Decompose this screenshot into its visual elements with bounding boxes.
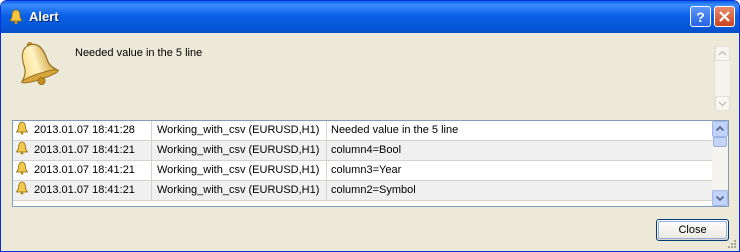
scroll-down-button[interactable] [712,190,728,206]
row-message: Needed value in the 5 line [331,124,459,136]
bell-icon [9,9,23,25]
message-scrollbar[interactable] [714,46,730,111]
row-time: 2013.01.07 18:41:21 [34,184,135,196]
window-title: Alert [29,9,59,24]
bell-icon [21,41,60,86]
chevron-down-icon [718,101,727,107]
row-message: column2=Symbol [331,184,416,196]
list-item[interactable]: 2013.01.07 18:41:21 Working_with_csv (EU… [13,161,712,181]
row-message: column4=Bool [331,144,402,156]
scroll-thumb[interactable] [713,137,727,147]
bell-icon [15,161,29,175]
close-window-button[interactable] [714,6,735,27]
list-item[interactable]: 2013.01.07 18:41:28 Working_with_csv (EU… [13,121,712,141]
chevron-up-icon [718,50,727,56]
close-icon [719,11,730,22]
row-message: column3=Year [331,164,402,176]
list-scrollbar[interactable] [712,121,728,206]
row-source: Working_with_csv (EURUSD,H1) [153,161,327,180]
bell-icon [15,121,29,135]
row-time: 2013.01.07 18:41:21 [34,144,135,156]
scroll-up-button[interactable] [712,121,728,137]
scroll-down-button[interactable] [715,96,730,111]
help-icon: ? [696,9,705,25]
resize-grip-icon[interactable] [727,239,737,249]
scroll-up-button[interactable] [715,46,730,61]
svg-text:?: ? [696,9,705,25]
chevron-up-icon [715,125,725,132]
row-time: 2013.01.07 18:41:21 [34,164,135,176]
list-item[interactable]: 2013.01.07 18:41:21 Working_with_csv (EU… [13,181,712,201]
row-source: Working_with_csv (EURUSD,H1) [153,121,327,140]
title-bar[interactable]: Alert ? [1,1,739,33]
chevron-down-icon [715,195,725,202]
help-button[interactable]: ? [690,6,711,27]
row-time: 2013.01.07 18:41:28 [34,124,135,136]
bell-icon [15,141,29,155]
bell-icon [15,181,29,195]
row-source: Working_with_csv (EURUSD,H1) [153,181,327,200]
list-item[interactable]: 2013.01.07 18:41:21 Working_with_csv (EU… [13,141,712,161]
alert-message: Needed value in the 5 line [75,47,203,59]
close-button[interactable]: Close [656,219,729,241]
alert-list[interactable]: 2013.01.07 18:41:28 Working_with_csv (EU… [12,120,729,207]
alert-dialog: Alert ? Needed value in the 5 line 2013.… [0,0,740,252]
row-source: Working_with_csv (EURUSD,H1) [153,141,327,160]
